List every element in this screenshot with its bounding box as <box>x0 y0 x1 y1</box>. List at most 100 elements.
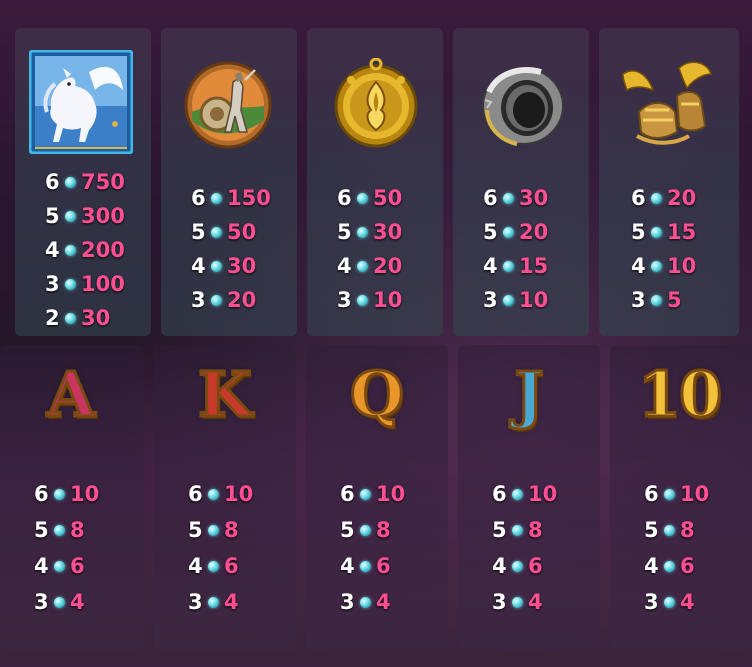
winged-sandals-icon <box>619 56 715 148</box>
pay-value: 20 <box>227 288 257 312</box>
pay-value: 10 <box>373 288 403 312</box>
gem-bullet-icon <box>357 260 368 272</box>
pay-count: 5 <box>191 220 206 244</box>
gem-bullet-icon <box>211 260 222 272</box>
pay-count: 4 <box>45 238 60 262</box>
pay-row: 4 10 <box>631 251 696 281</box>
pays-sandals: 6 20 5 15 4 10 35 <box>631 183 731 323</box>
pay-row: 6 10 <box>492 479 557 509</box>
pay-row: 6 10 <box>644 479 709 509</box>
pay-value: 20 <box>373 254 403 278</box>
pay-count: 3 <box>337 288 352 312</box>
pay-count: 6 <box>483 186 498 210</box>
paytable-panel-pegasus: 6 750 5 300 4 200 3 100 2 30 <box>15 28 151 336</box>
pay-value: 10 <box>70 482 100 506</box>
gem-bullet-icon <box>503 260 514 272</box>
paytable-panel-a: A 6 10 58 46 34 <box>0 345 144 649</box>
pay-row: 5 30 <box>337 217 402 247</box>
pay-count: 3 <box>45 272 60 296</box>
letter-q-icon: Q <box>348 357 405 433</box>
golden-amulet-icon <box>331 57 421 152</box>
gem-bullet-icon <box>65 176 76 188</box>
pays-amulet: 6 50 5 30 4 20 3 10 <box>337 183 437 323</box>
pay-value: 8 <box>376 518 391 542</box>
pay-count: 5 <box>631 220 646 244</box>
pay-value: 8 <box>70 518 85 542</box>
pay-count: 3 <box>492 590 507 614</box>
pay-count: 4 <box>644 554 659 578</box>
gem-bullet-icon <box>664 488 675 500</box>
pay-row: 34 <box>188 587 239 617</box>
pay-count: 6 <box>34 482 49 506</box>
paytable-panel-j: J 6 10 58 46 34 <box>458 345 600 649</box>
gem-bullet-icon <box>360 524 371 536</box>
gem-bullet-icon <box>54 560 65 572</box>
pay-row: 58 <box>188 515 239 545</box>
pay-row: 6 10 <box>34 479 99 509</box>
pay-count: 6 <box>337 186 352 210</box>
pay-value: 5 <box>667 288 682 312</box>
pay-count: 3 <box>34 590 49 614</box>
pays-warrior: 6 150 5 50 4 30 3 20 <box>191 183 291 323</box>
pay-count: 3 <box>631 288 646 312</box>
pay-value: 4 <box>680 590 695 614</box>
pay-value: 8 <box>528 518 543 542</box>
pay-value: 4 <box>70 590 85 614</box>
pay-value: 20 <box>519 220 549 244</box>
pay-value: 6 <box>528 554 543 578</box>
gem-bullet-icon <box>503 192 514 204</box>
pay-count: 6 <box>492 482 507 506</box>
pay-value: 15 <box>667 220 697 244</box>
pay-count: 4 <box>631 254 646 278</box>
pay-value: 15 <box>519 254 549 278</box>
pay-row: 58 <box>340 515 391 545</box>
pay-count: 5 <box>337 220 352 244</box>
gem-bullet-icon <box>664 524 675 536</box>
gem-bullet-icon <box>651 294 662 306</box>
pay-value: 10 <box>667 254 697 278</box>
pays-q: 6 10 58 46 34 <box>340 479 430 619</box>
gem-bullet-icon <box>651 192 662 204</box>
pay-row: 34 <box>492 587 543 617</box>
gem-bullet-icon <box>357 192 368 204</box>
pay-count: 3 <box>644 590 659 614</box>
pay-value: 50 <box>227 220 257 244</box>
gem-bullet-icon <box>65 244 76 256</box>
letter-j-icon: J <box>513 357 545 433</box>
pay-row: 4 200 <box>45 235 125 265</box>
pay-count: 2 <box>45 306 60 330</box>
pay-row: 5 20 <box>483 217 548 247</box>
pay-row: 6 20 <box>631 183 696 213</box>
warrior-shield-icon <box>183 60 273 150</box>
pay-count: 5 <box>45 204 60 228</box>
pay-value: 30 <box>81 306 111 330</box>
gem-bullet-icon <box>664 596 675 608</box>
letter-a-icon: A <box>45 357 96 433</box>
gem-bullet-icon <box>357 226 368 238</box>
paytable-panel-amulet: 6 50 5 30 4 20 3 10 <box>307 28 443 336</box>
pay-value: 30 <box>373 220 403 244</box>
letter-k-icon: K <box>197 357 254 433</box>
gem-bullet-icon <box>512 560 523 572</box>
pegasus-icon <box>28 49 134 155</box>
pay-value: 200 <box>81 238 125 262</box>
gem-bullet-icon <box>65 278 76 290</box>
pay-row: 3 10 <box>337 285 402 315</box>
pays-j: 6 10 58 46 34 <box>492 479 582 619</box>
pay-count: 4 <box>188 554 203 578</box>
pay-row: 5 15 <box>631 217 696 247</box>
gem-bullet-icon <box>54 488 65 500</box>
pay-value: 300 <box>81 204 125 228</box>
pay-count: 6 <box>191 186 206 210</box>
number-10-icon: 10 <box>636 357 723 433</box>
paytable-panel-k: K 6 10 58 46 34 <box>154 345 296 649</box>
pay-count: 5 <box>483 220 498 244</box>
pay-row: 46 <box>34 551 85 581</box>
pays-10: 6 10 58 46 34 <box>644 479 734 619</box>
pay-count: 6 <box>188 482 203 506</box>
gem-bullet-icon <box>651 226 662 238</box>
pay-count: 3 <box>191 288 206 312</box>
gem-bullet-icon <box>503 226 514 238</box>
pay-value: 10 <box>680 482 710 506</box>
pay-count: 6 <box>644 482 659 506</box>
